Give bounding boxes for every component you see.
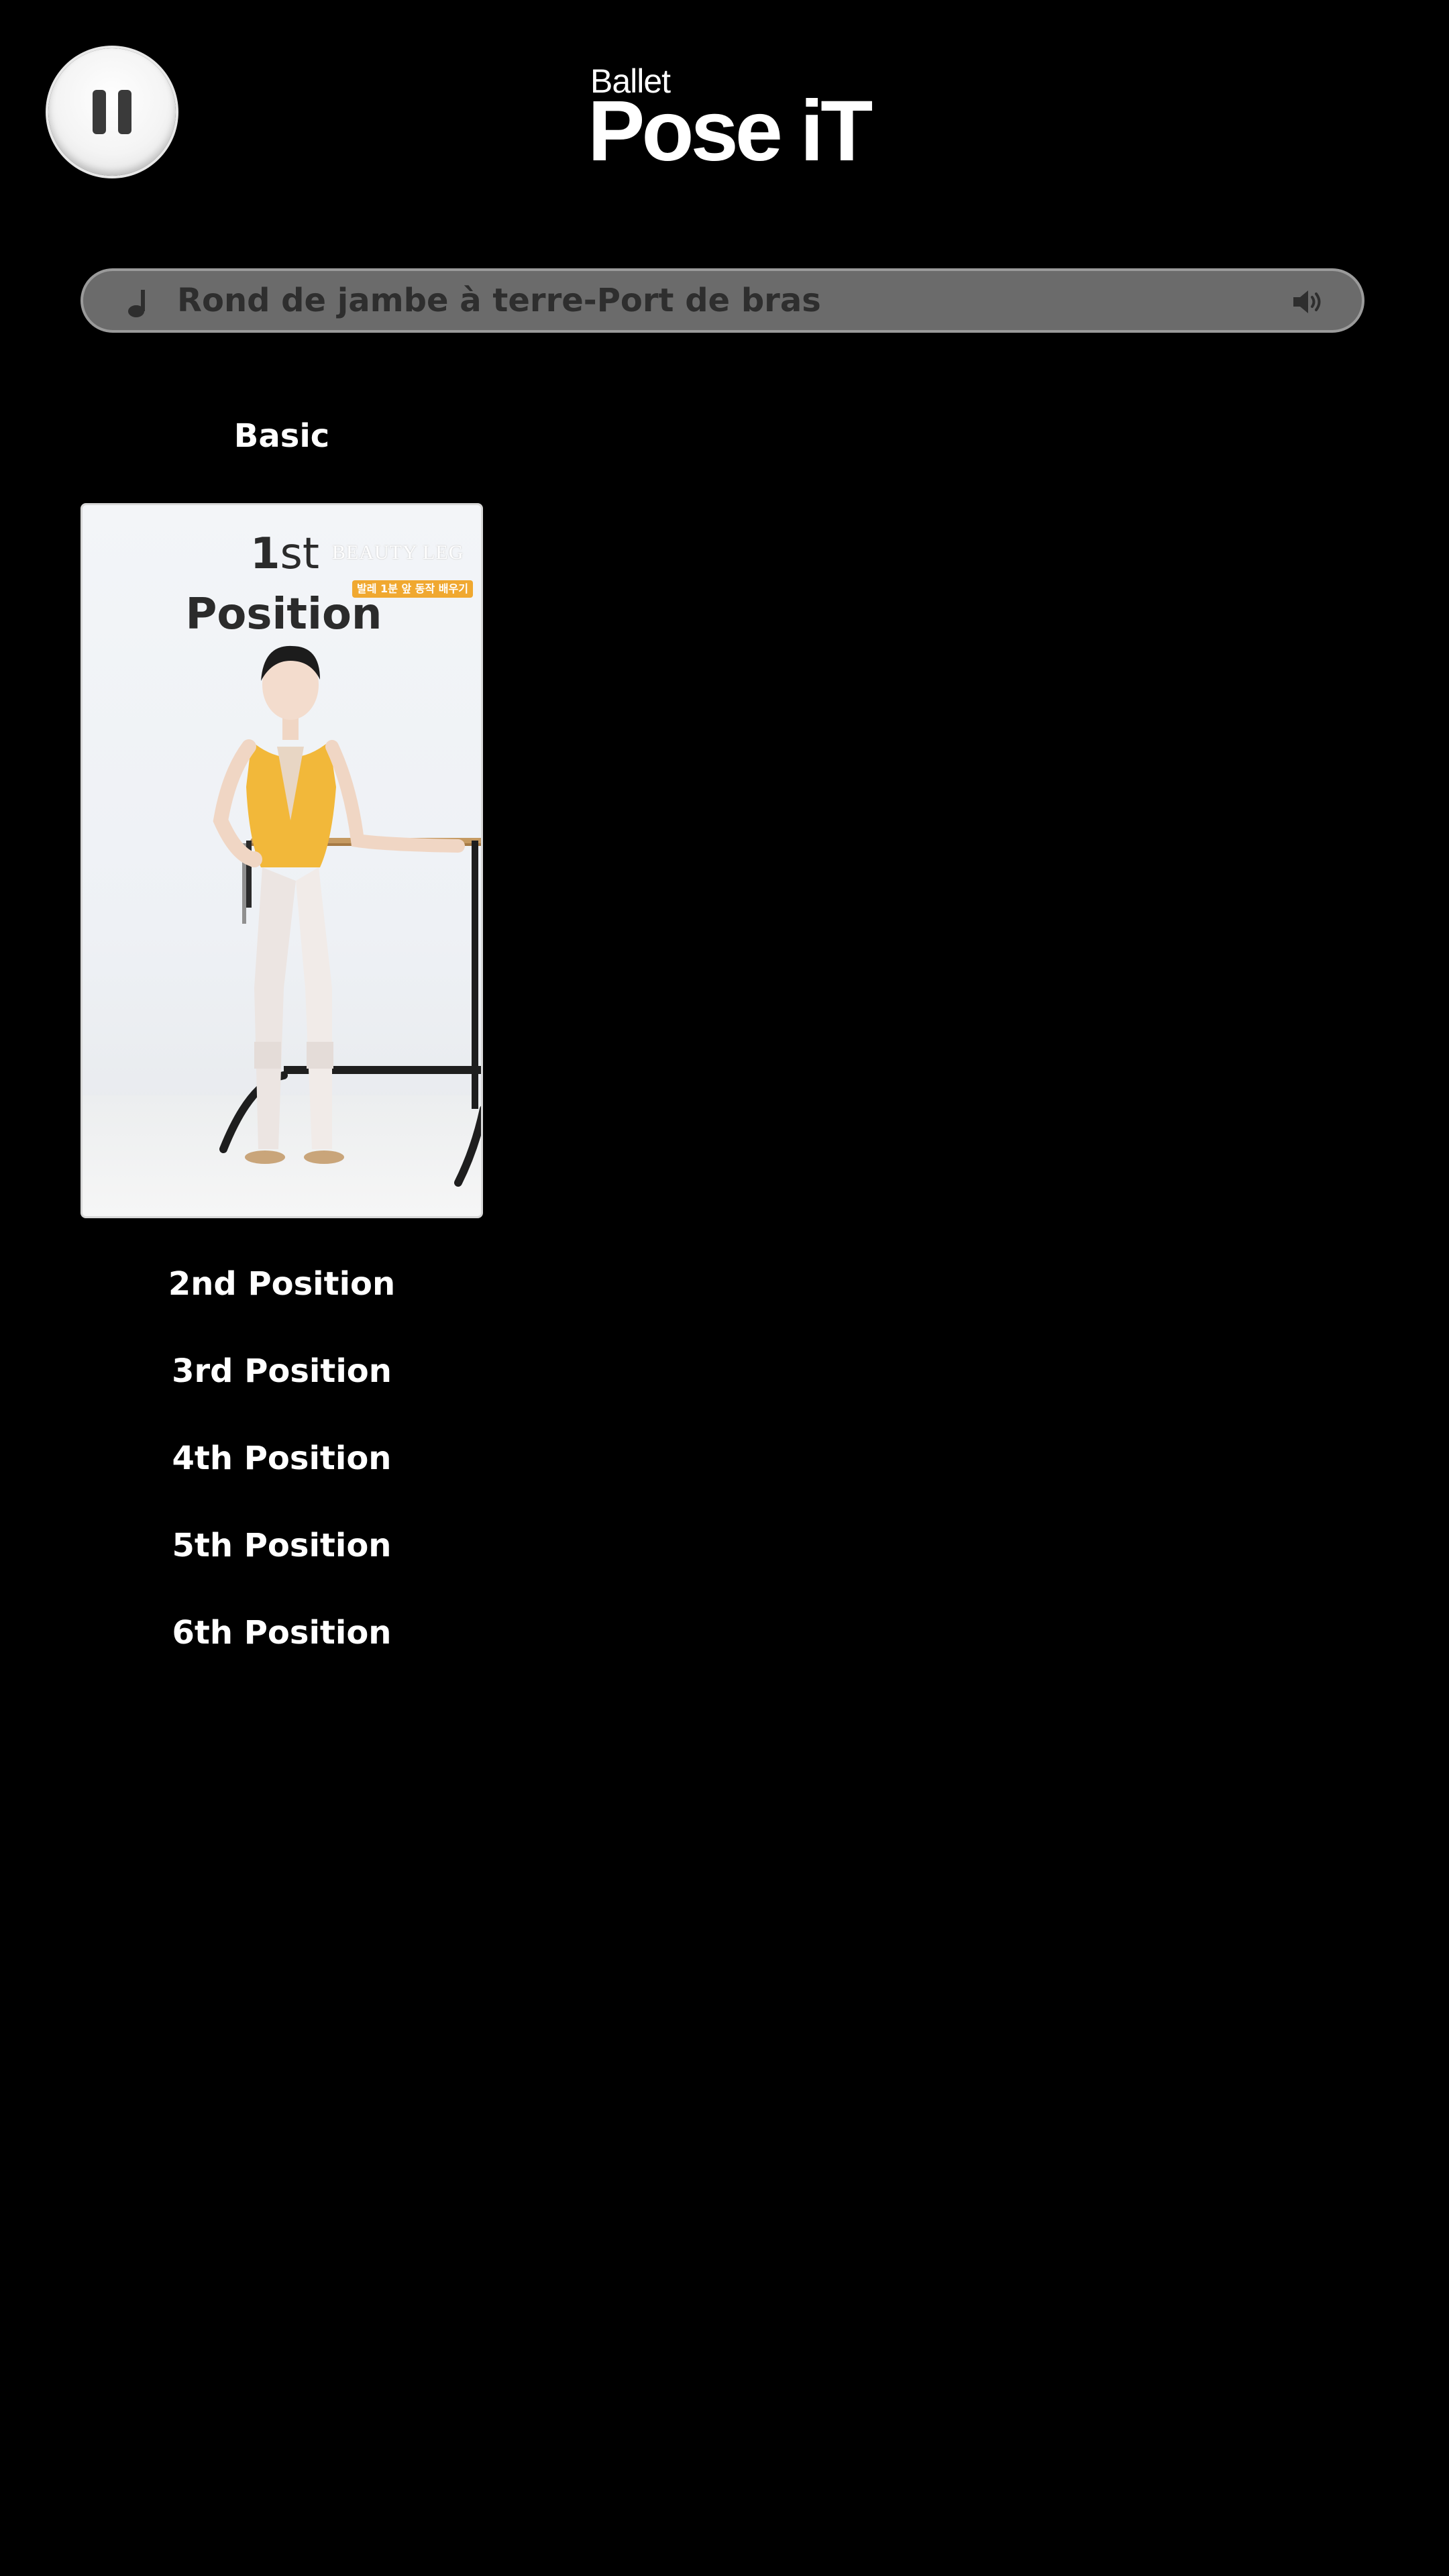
position-item-4th[interactable]: 4th Position xyxy=(80,1437,483,1480)
category-label: Basic xyxy=(233,417,330,455)
app-screen: Ballet Pose iT Rond de jambe à terre-Por… xyxy=(0,0,1449,2576)
position-card-1st[interactable]: 1st Position BEAUTY LEG 발레 1분 앞 동작 배우기 xyxy=(80,503,483,1218)
card-title-word: Position xyxy=(185,590,382,639)
music-player-bar[interactable]: Rond de jambe à terre-Port de bras xyxy=(80,268,1364,333)
music-note-icon xyxy=(128,290,145,317)
card-badge: 발레 1분 앞 동작 배우기 xyxy=(352,580,473,598)
track-title: Rond de jambe à terre-Port de bras xyxy=(177,282,821,319)
position-item-5th[interactable]: 5th Position xyxy=(80,1524,483,1567)
app-logo: Ballet Pose iT xyxy=(588,64,873,179)
card-brand-logo: BEAUTY LEG xyxy=(332,541,464,564)
pause-icon xyxy=(93,90,131,134)
card-title-ordinal: 1st xyxy=(250,529,319,579)
volume-icon[interactable] xyxy=(1292,288,1327,315)
pause-button[interactable] xyxy=(48,48,176,176)
position-item-3rd[interactable]: 3rd Position xyxy=(80,1350,483,1393)
position-item-6th[interactable]: 6th Position xyxy=(80,1611,483,1654)
logo-pose-it-text: Pose iT xyxy=(588,83,873,179)
position-item-2nd[interactable]: 2nd Position xyxy=(80,1263,483,1305)
